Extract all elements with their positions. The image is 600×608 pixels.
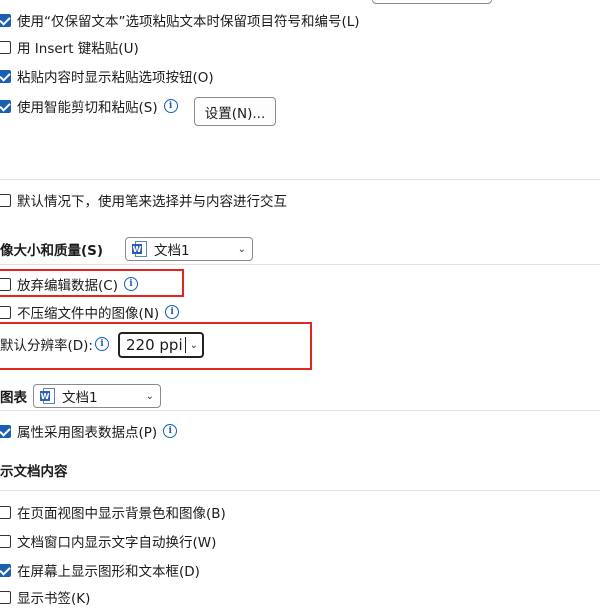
divider	[0, 410, 600, 411]
bookmarks-option[interactable]: 显示书签(K)	[0, 586, 90, 608]
image-document-name: 文档1	[154, 243, 190, 259]
chevron-down-icon: ⌄	[237, 243, 246, 255]
chart-document-name: 文档1	[62, 390, 98, 406]
divider	[0, 179, 600, 180]
insert-key-label: 用 Insert 键粘贴(U)	[17, 41, 139, 57]
drawings-checkbox[interactable]	[0, 563, 11, 577]
image-document-select[interactable]: W 文档1 ⌄	[125, 237, 253, 261]
wrap-text-checkbox[interactable]	[0, 534, 11, 548]
highlight-box	[0, 322, 312, 370]
insert-key-option[interactable]: 用 Insert 键粘贴(U)	[0, 36, 139, 58]
properties-follow-label: 属性采用图表数据点(P)	[17, 425, 158, 441]
wrap-text-option[interactable]: 文档窗口内显示文字自动换行(W)	[0, 530, 216, 552]
highlight-box	[0, 269, 184, 297]
drawings-label: 在屏幕上显示图形和文本框(D)	[17, 564, 200, 580]
info-icon[interactable]: i	[163, 99, 178, 113]
word-doc-icon: W	[40, 388, 56, 404]
show-paste-button-label: 粘贴内容时显示粘贴选项按钮(O)	[17, 70, 214, 86]
info-icon[interactable]: i	[163, 424, 178, 438]
image-size-heading: 像大小和质量(S)	[0, 243, 104, 259]
chart-document-select[interactable]: W 文档1 ⌄	[33, 384, 161, 408]
smart-cut-paste-option[interactable]: 使用智能剪切和粘贴(S) i	[0, 95, 178, 117]
properties-follow-checkbox[interactable]	[0, 424, 11, 438]
no-compress-checkbox[interactable]	[0, 305, 11, 319]
info-icon[interactable]: i	[165, 305, 180, 319]
divider	[0, 264, 600, 265]
keep-bullets-label: 使用“仅保留文本”选项粘贴文本时保留项目符号和编号(L)	[17, 14, 360, 30]
pen-label: 默认情况下，使用笔来选择并与内容进行交互	[17, 194, 287, 210]
show-paste-button-checkbox[interactable]	[0, 69, 11, 83]
bg-colors-option[interactable]: 在页面视图中显示背景色和图像(B)	[0, 501, 226, 523]
drawings-option[interactable]: 在屏幕上显示图形和文本框(D)	[0, 559, 200, 581]
pen-checkbox[interactable]	[0, 193, 11, 207]
top-partial-button[interactable]	[372, 0, 492, 4]
properties-follow-option[interactable]: 属性采用图表数据点(P) i	[0, 420, 178, 442]
smart-cut-paste-label: 使用智能剪切和粘贴(S)	[17, 100, 158, 116]
bg-colors-label: 在页面视图中显示背景色和图像(B)	[17, 506, 226, 522]
no-compress-label: 不压缩文件中的图像(N)	[17, 306, 160, 322]
pen-option[interactable]: 默认情况下，使用笔来选择并与内容进行交互	[0, 189, 287, 211]
smart-cut-paste-checkbox[interactable]	[0, 99, 11, 113]
no-compress-option[interactable]: 不压缩文件中的图像(N) i	[0, 301, 180, 323]
wrap-text-label: 文档窗口内显示文字自动换行(W)	[17, 535, 217, 551]
word-doc-icon: W	[132, 241, 148, 257]
bookmarks-label: 显示书签(K)	[17, 591, 91, 607]
bookmarks-checkbox[interactable]	[0, 590, 11, 604]
insert-key-checkbox[interactable]	[0, 40, 11, 54]
chart-heading: 图表	[0, 390, 27, 406]
bg-colors-checkbox[interactable]	[0, 505, 11, 519]
show-paste-button-option[interactable]: 粘贴内容时显示粘贴选项按钮(O)	[0, 65, 214, 87]
divider	[0, 490, 600, 491]
keep-bullets-checkbox[interactable]	[0, 13, 11, 27]
keep-bullets-option[interactable]: 使用“仅保留文本”选项粘贴文本时保留项目符号和编号(L)	[0, 9, 360, 31]
chevron-down-icon: ⌄	[145, 390, 154, 402]
settings-button[interactable]: 设置(N)...	[194, 97, 276, 126]
show-doc-heading: 示文档内容	[0, 464, 68, 480]
